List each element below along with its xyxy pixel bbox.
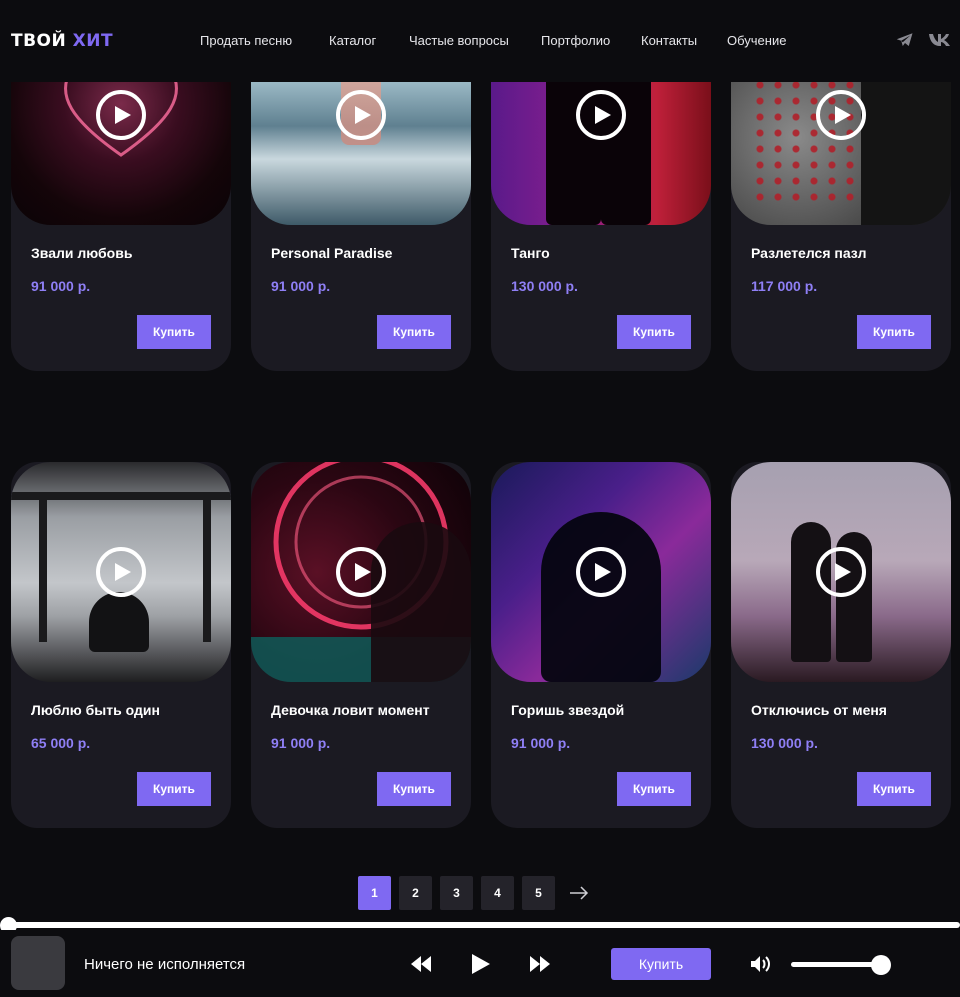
song-title: Personal Paradise <box>271 245 393 261</box>
buy-button[interactable]: Купить <box>617 772 691 806</box>
vk-icon[interactable] <box>928 32 952 50</box>
buy-button[interactable]: Купить <box>857 772 931 806</box>
song-cover <box>11 462 231 682</box>
page-1-button[interactable]: 1 <box>358 876 391 910</box>
buy-button[interactable]: Купить <box>377 315 451 349</box>
song-title: Люблю быть один <box>31 702 160 718</box>
nav-sell-song[interactable]: Продать песню <box>200 33 292 48</box>
play-button[interactable] <box>576 90 626 140</box>
fast-forward-icon[interactable] <box>528 954 552 979</box>
play-icon[interactable] <box>470 952 492 981</box>
track-thumbnail <box>11 936 65 990</box>
logo-word-1: ТВОЙ <box>11 31 67 51</box>
song-cover <box>251 462 471 682</box>
now-playing-text: Ничего не исполняется <box>84 956 246 973</box>
page-2-button[interactable]: 2 <box>399 876 432 910</box>
song-price: 65 000 р. <box>31 735 91 751</box>
play-button[interactable] <box>96 547 146 597</box>
page-5-button[interactable]: 5 <box>522 876 555 910</box>
page-3-button[interactable]: 3 <box>440 876 473 910</box>
play-button[interactable] <box>336 90 386 140</box>
volume-knob[interactable] <box>871 955 891 975</box>
song-card: Люблю быть один 65 000 р. Купить <box>11 462 231 828</box>
song-title: Отключись от меня <box>751 702 887 718</box>
song-title: Девочка ловит момент <box>271 702 430 718</box>
page-4-button[interactable]: 4 <box>481 876 514 910</box>
song-price: 130 000 р. <box>511 278 578 294</box>
song-price: 117 000 р. <box>751 278 818 294</box>
play-button[interactable] <box>576 547 626 597</box>
rewind-icon[interactable] <box>409 954 433 979</box>
buy-button[interactable]: Купить <box>137 315 211 349</box>
nav-catalog[interactable]: Каталог <box>329 33 376 48</box>
song-card: Девочка ловит момент 91 000 р. Купить <box>251 462 471 828</box>
song-price: 130 000 р. <box>751 735 818 751</box>
song-card: Отключись от меня 130 000 р. Купить <box>731 462 951 828</box>
song-title: Горишь звездой <box>511 702 625 718</box>
song-title: Разлетелся пазл <box>751 245 867 261</box>
song-price: 91 000 р. <box>31 278 91 294</box>
nav-contacts[interactable]: Контакты <box>641 33 697 48</box>
buy-button[interactable]: Купить <box>377 772 451 806</box>
play-button[interactable] <box>336 547 386 597</box>
nav-portfolio[interactable]: Портфолио <box>541 33 610 48</box>
nav-learning[interactable]: Обучение <box>727 33 786 48</box>
song-title: Танго <box>511 245 550 261</box>
play-button[interactable] <box>816 547 866 597</box>
progress-bar[interactable] <box>8 922 960 928</box>
song-price: 91 000 р. <box>271 735 331 751</box>
volume-icon[interactable] <box>750 954 772 979</box>
logo[interactable]: ТВОЙ ХИТ <box>11 31 113 51</box>
site-header: ТВОЙ ХИТ Продать песню Каталог Частые во… <box>0 0 960 82</box>
song-price: 91 000 р. <box>271 278 331 294</box>
play-button[interactable] <box>816 90 866 140</box>
song-title: Звали любовь <box>31 245 133 261</box>
volume-slider[interactable] <box>791 962 883 967</box>
song-price: 91 000 р. <box>511 735 571 751</box>
player-buy-button[interactable]: Купить <box>611 948 711 980</box>
play-button[interactable] <box>96 90 146 140</box>
buy-button[interactable]: Купить <box>137 772 211 806</box>
nav-faq[interactable]: Частые вопросы <box>409 33 509 48</box>
song-cover <box>491 462 711 682</box>
song-card: Горишь звездой 91 000 р. Купить <box>491 462 711 828</box>
song-cover <box>731 462 951 682</box>
arrow-right-icon[interactable] <box>569 884 589 902</box>
telegram-icon[interactable] <box>896 32 916 50</box>
buy-button[interactable]: Купить <box>617 315 691 349</box>
buy-button[interactable]: Купить <box>857 315 931 349</box>
logo-word-2: ХИТ <box>72 31 114 51</box>
